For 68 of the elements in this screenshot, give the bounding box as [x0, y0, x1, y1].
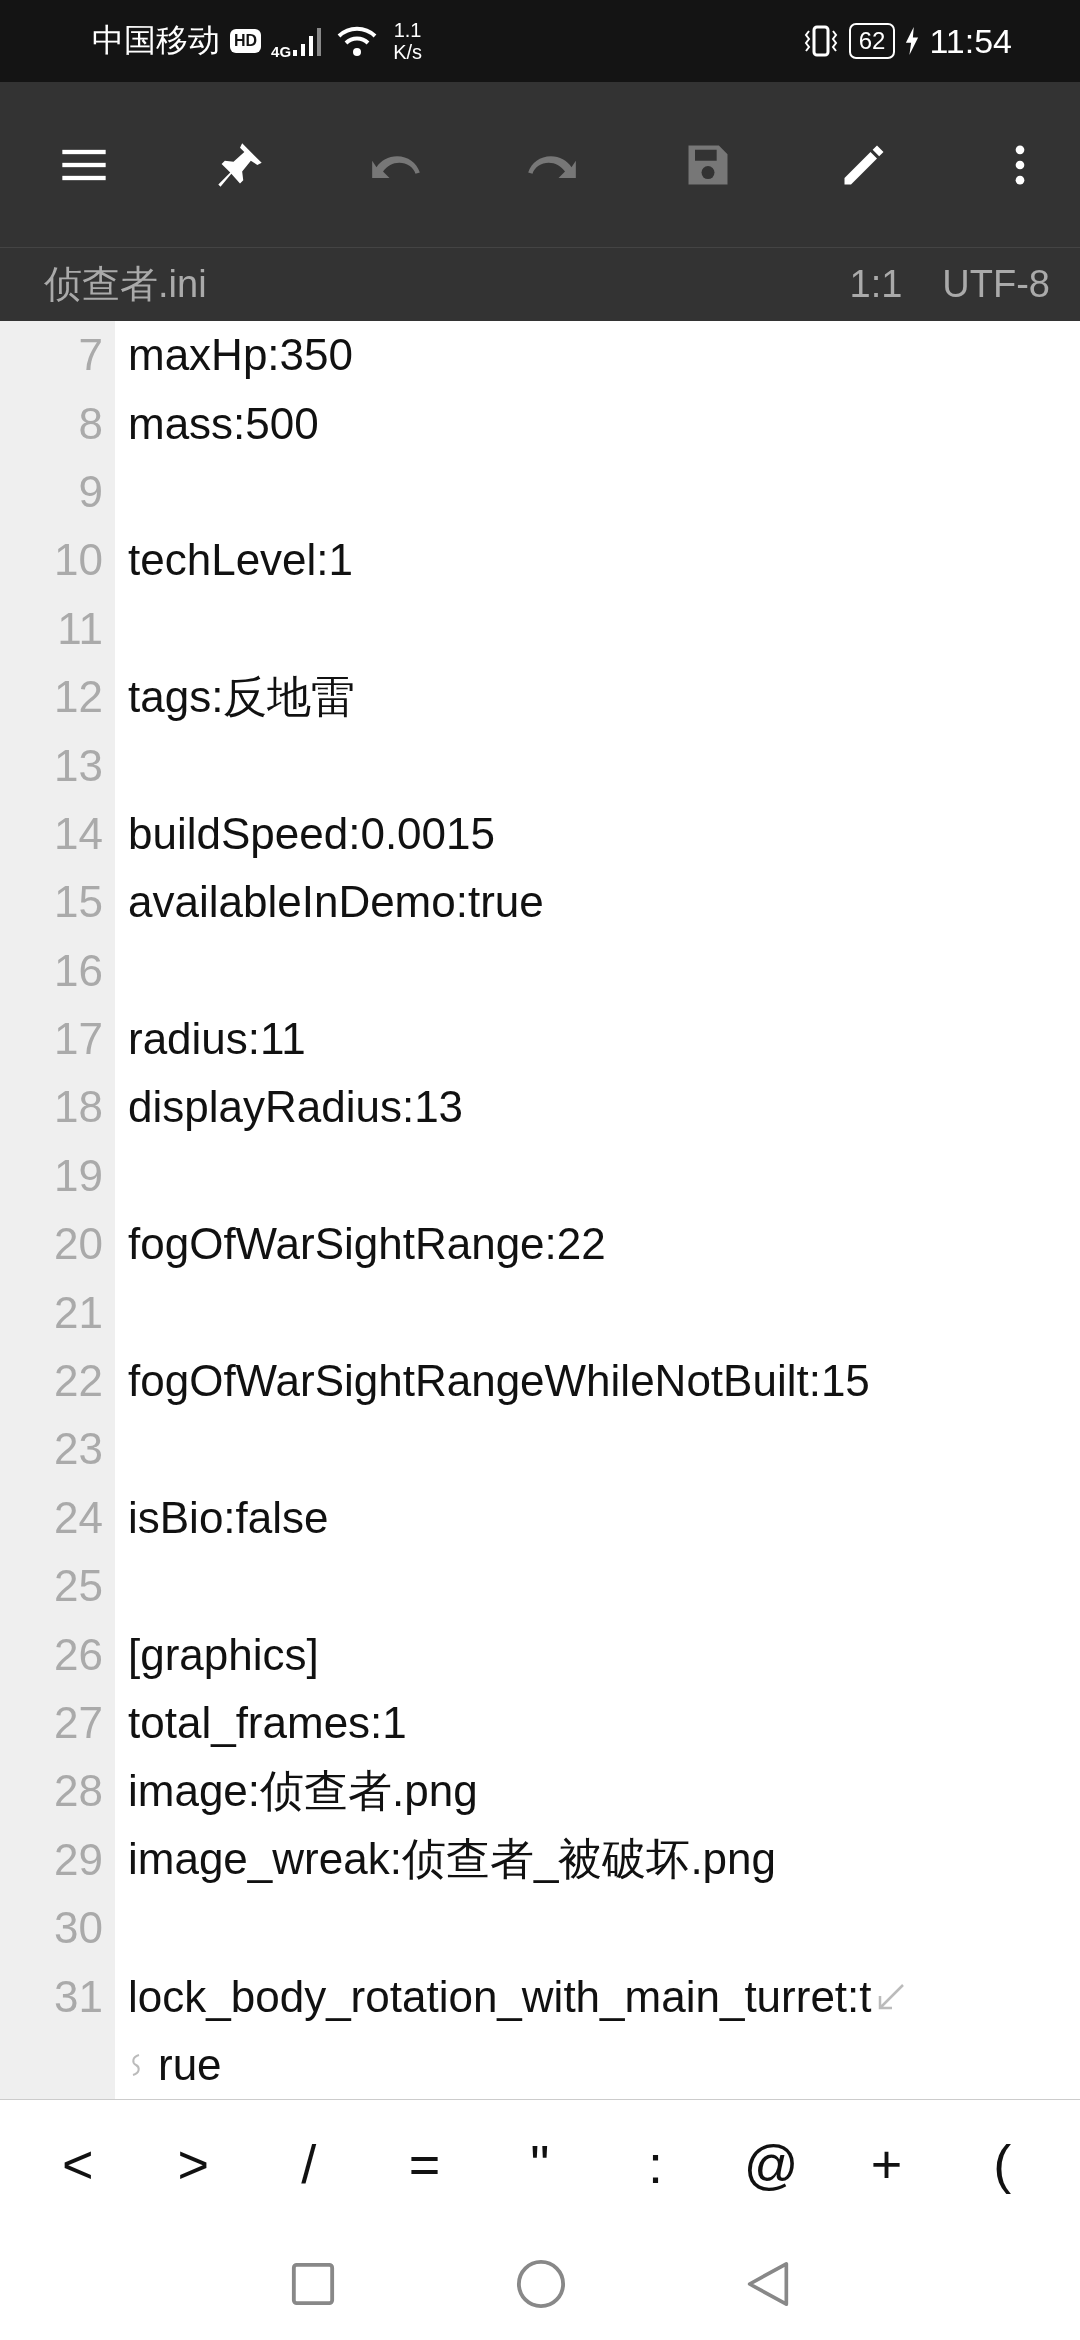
line-number: 28: [54, 1766, 103, 1816]
line-number: 30: [54, 1903, 103, 1953]
line-number: 29: [54, 1834, 103, 1884]
line-number: 12: [54, 672, 103, 722]
charging-icon: [905, 26, 920, 56]
line-number: 19: [54, 1150, 103, 1200]
symbol-key[interactable]: @: [731, 2133, 812, 2195]
home-icon[interactable]: [516, 2259, 566, 2309]
code-line: techLevel:1: [128, 535, 354, 586]
code-line: availableInDemo:true: [128, 877, 544, 928]
line-number: 31: [54, 1971, 103, 2021]
code-line: fogOfWarSightRange:22: [128, 1219, 606, 1270]
code-line: mass:500: [128, 398, 319, 449]
file-name: 侦查者.ini: [44, 262, 207, 307]
line-number: 27: [54, 1698, 103, 1747]
line-number: 14: [54, 808, 103, 858]
network-type: 4G: [271, 43, 292, 60]
cursor-position: 1:1: [849, 263, 903, 306]
file-encoding: UTF-8: [942, 263, 1050, 306]
speed-unit: K/s: [393, 41, 423, 63]
line-number: 7: [78, 330, 103, 380]
wrap-mark-icon: [130, 2052, 142, 2077]
code-line: [graphics]: [128, 1629, 319, 1680]
code-line: tags:反地雷: [128, 670, 356, 723]
symbol-key[interactable]: :: [615, 2133, 696, 2195]
line-number: 9: [78, 466, 103, 516]
code-line: fogOfWarSightRangeWhileNotBuilt:15: [128, 1356, 870, 1407]
line-number: 15: [54, 877, 103, 927]
symbol-key[interactable]: (: [962, 2133, 1043, 2195]
symbol-key[interactable]: +: [846, 2133, 927, 2195]
wifi-icon: [337, 25, 378, 57]
symbol-key[interactable]: ": [499, 2133, 580, 2195]
symbol-key[interactable]: /: [268, 2133, 349, 2195]
code-line: lock_body_rotation_with_main_turret:t: [128, 1971, 872, 2022]
line-number: 10: [54, 535, 103, 585]
line-number: 25: [54, 1561, 103, 1611]
vibrate-icon: [802, 25, 839, 57]
code-line: image:侦查者.png: [128, 1764, 478, 1817]
code-line: buildSpeed:0.0015: [128, 808, 495, 859]
code-line: radius:11: [128, 1014, 306, 1065]
line-number: 17: [54, 1014, 103, 1064]
symbol-key[interactable]: <: [37, 2133, 118, 2195]
line-number: 20: [54, 1219, 103, 1269]
recent-apps-icon[interactable]: [290, 2261, 336, 2307]
line-number: 18: [54, 1082, 103, 1132]
battery-level: 62: [848, 23, 896, 59]
symbol-key[interactable]: =: [384, 2133, 465, 2195]
code-line: maxHp:350: [128, 330, 353, 381]
line-number: 13: [54, 740, 103, 790]
clock-time: 11:54: [929, 21, 1012, 61]
symbol-key[interactable]: >: [153, 2133, 234, 2195]
line-number: 23: [54, 1424, 103, 1474]
hd-badge: HD: [230, 29, 262, 53]
code-line: total_frames:1: [128, 1698, 407, 1748]
code-line: isBio:false: [128, 1492, 329, 1543]
code-line: image_wreak:侦查者_被破坏.png: [128, 1833, 776, 1886]
line-number: 16: [54, 945, 103, 995]
line-number: 21: [54, 1287, 103, 1337]
line-number: 24: [54, 1492, 103, 1542]
line-number: 8: [78, 398, 103, 448]
speed-value: 1.1: [393, 19, 422, 41]
back-icon[interactable]: [746, 2259, 790, 2309]
code-line: displayRadius:13: [128, 1082, 464, 1133]
carrier-name: 中国移动: [92, 21, 220, 60]
line-number: 22: [54, 1356, 103, 1406]
code-line: rue: [158, 2039, 222, 2090]
line-number: 11: [57, 603, 103, 653]
line-number: 26: [54, 1629, 103, 1679]
